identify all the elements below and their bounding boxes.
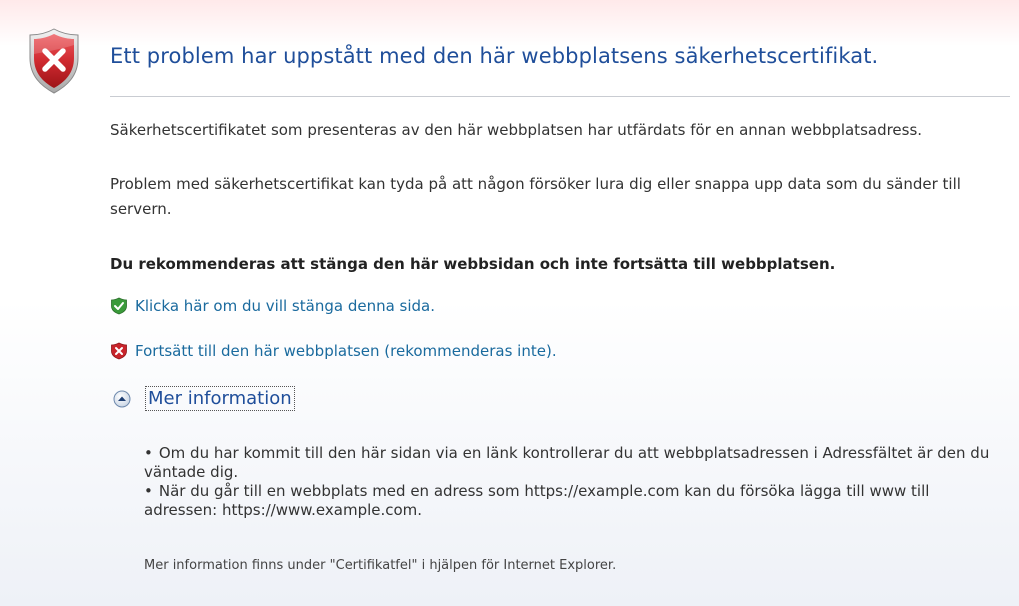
help-reference-text: Mer information finns under "Certifikatf… bbox=[144, 558, 617, 573]
recommendation-text: Du rekommenderas att stänga den här webb… bbox=[110, 255, 836, 273]
title-divider bbox=[110, 96, 1010, 97]
page-title: Ett problem har uppstått med den här web… bbox=[110, 44, 879, 68]
list-item: • När du går till en webbplats med en adr… bbox=[144, 482, 1004, 520]
continue-link-label[interactable]: Fortsätt till den här webbplatsen (rekom… bbox=[135, 342, 557, 360]
chevron-up-circle-icon[interactable] bbox=[113, 390, 131, 408]
more-info-toggle[interactable]: Mer information bbox=[113, 386, 295, 411]
shield-error-icon bbox=[29, 28, 79, 94]
bullet-dot: • bbox=[144, 482, 153, 500]
more-info-panel: • Om du har kommit till den här sidan via… bbox=[144, 444, 1004, 520]
shield-ok-icon bbox=[111, 297, 127, 315]
bullet-dot: • bbox=[144, 444, 153, 462]
info-bullet-text: Om du har kommit till den här sidan via … bbox=[144, 444, 990, 481]
shield-error-icon bbox=[111, 342, 127, 360]
info-bullet-text: När du går till en webbplats med en adre… bbox=[144, 482, 930, 519]
more-info-label[interactable]: Mer information bbox=[145, 386, 295, 411]
certificate-mismatch-text: Säkerhetscertifikatet som presenteras av… bbox=[110, 121, 923, 139]
close-page-link-label[interactable]: Klicka här om du vill stänga denna sida. bbox=[135, 297, 435, 315]
continue-link[interactable]: Fortsätt till den här webbplatsen (rekom… bbox=[110, 342, 557, 360]
certificate-warning-text: Problem med säkerhetscertifikat kan tyda… bbox=[110, 175, 961, 218]
close-page-link[interactable]: Klicka här om du vill stänga denna sida. bbox=[110, 297, 435, 315]
certificate-error-page: Ett problem har uppstått med den här web… bbox=[0, 0, 1019, 606]
list-item: • Om du har kommit till den här sidan via… bbox=[144, 444, 1004, 482]
